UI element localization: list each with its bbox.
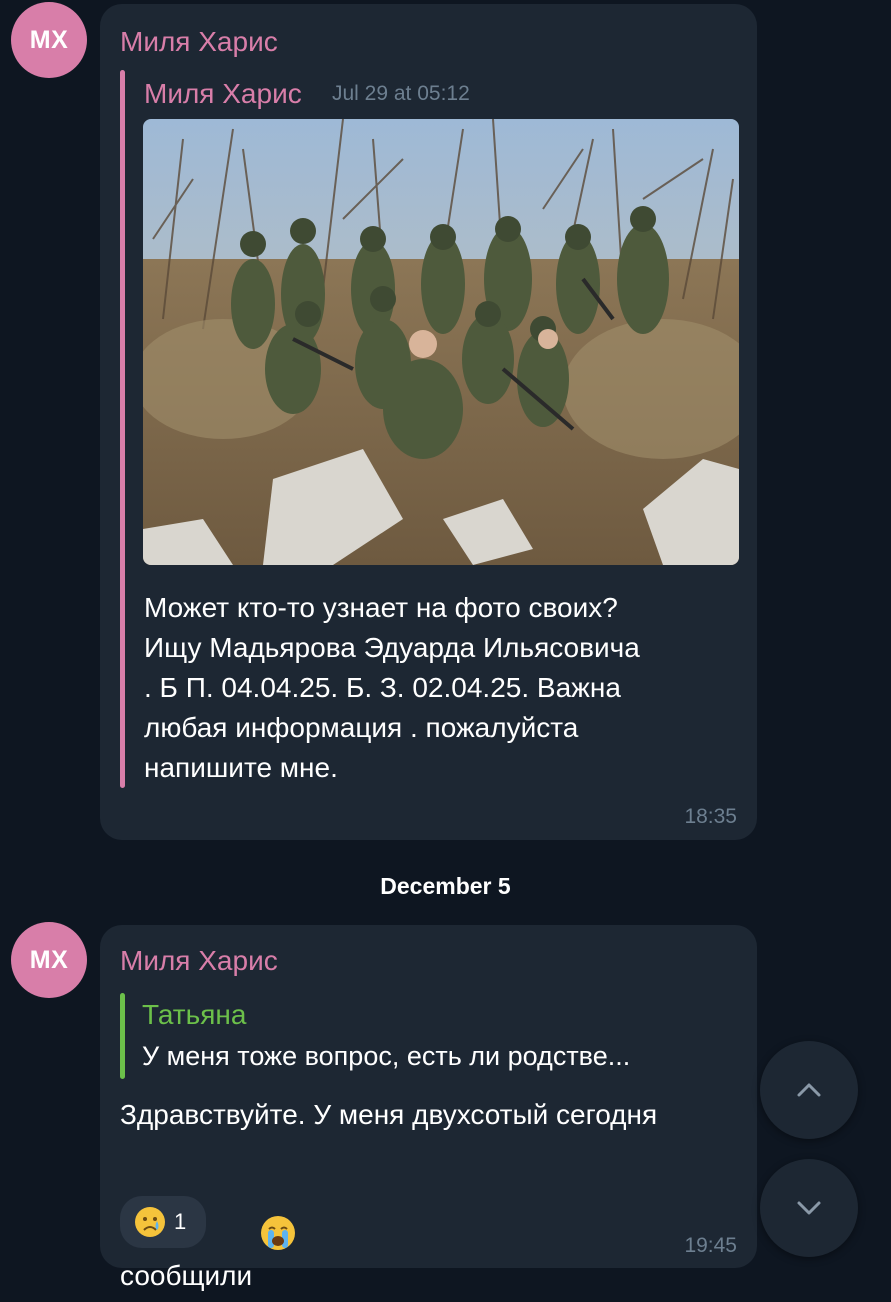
sender-avatar[interactable]: МХ — [11, 2, 87, 78]
sender-avatar[interactable]: МХ — [11, 922, 87, 998]
message-time: 19:45 — [684, 1234, 737, 1257]
forwarded-date: Jul 29 at 05:12 — [332, 82, 470, 105]
reaction-count: 1 — [174, 1209, 187, 1234]
scroll-up-button[interactable] — [760, 1041, 858, 1139]
sender-name[interactable]: Миля Харис — [120, 26, 278, 58]
chevron-down-icon — [794, 1193, 824, 1223]
reaction-chip[interactable]: 1 — [120, 1196, 206, 1248]
chevron-up-icon — [794, 1075, 824, 1105]
scroll-down-button[interactable] — [760, 1159, 858, 1257]
message-bubble[interactable]: Миля Харис Татьяна У меня тоже вопрос, е… — [100, 925, 757, 1291]
forward-bar — [120, 70, 125, 788]
message-text: Здравствуйте. У меня двухсотый сегодня с… — [120, 1099, 658, 1291]
reply-to-name[interactable]: Татьяна — [142, 999, 246, 1031]
forwarded-from-name[interactable]: Миля Харис — [144, 78, 302, 110]
message-photo[interactable] — [143, 119, 739, 565]
loudly-crying-face-icon — [260, 1135, 296, 1250]
reply-to-text[interactable]: У меня тоже вопрос, есть ли родстве... — [142, 1041, 630, 1072]
sender-name[interactable]: Миля Харис — [120, 945, 278, 977]
message-bubble[interactable]: Миля Харис Миля Харис Jul 29 at 05:12 Мо… — [100, 4, 757, 840]
message-time: 18:35 — [684, 805, 737, 828]
reply-bar — [120, 993, 125, 1079]
date-separator: December 5 — [380, 873, 511, 899]
message-text: Может кто-то узнает на фото своих? Ищу М… — [144, 592, 640, 783]
crying-face-icon — [134, 1206, 166, 1238]
